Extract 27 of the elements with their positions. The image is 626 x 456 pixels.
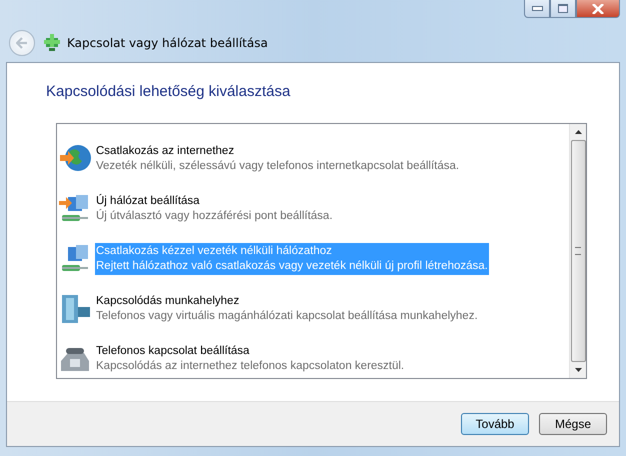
option-item[interactable]: Kapcsolódás munkahelyhez Telefonos vagy virtuális magánhálózati kapcsolat beállítása munkahelyhez. [57,284,569,334]
option-item[interactable]: Telefonos kapcsolat beállítása Kapcsolódás az internethez telefonos kapcsolaton keresztül. [57,334,569,384]
option-title: Csatlakozás az internethez [96,144,236,159]
scrollbar[interactable] [569,124,586,378]
option-description: Vezeték nélküli, szélessávú vagy telefonos internetkapcsolat beállítása. [96,159,460,174]
back-arrow-icon [16,37,28,49]
scroll-down-icon[interactable] [574,368,582,372]
window-title: Kapcsolat vagy hálózat beállítása [67,36,268,50]
close-button[interactable] [576,0,620,18]
cancel-button[interactable]: Mégse [539,413,607,435]
option-title: Új hálózat beállítása [96,194,201,209]
option-title: Telefonos kapcsolat beállítása [96,344,250,359]
option-title: Csatlakozás kézzel vezeték nélküli hálózathoz [96,244,333,259]
option-description: Telefonos vagy virtuális magánhálózati kapcsolat beállítása munkahelyhez. [96,309,478,324]
scrollbar-thumb[interactable] [570,140,586,362]
option-description: Rejtett hálózathoz való csatlakozás vagy vezeték nélküli új profil létrehozása. [96,259,488,274]
close-icon [592,4,604,14]
option-description: Új útválasztó vagy hozzáférési pont beállítása. [96,209,333,224]
option-description: Kapcsolódás az internethez telefonos kapcsolaton keresztül. [96,359,404,374]
next-button[interactable]: Tovább [461,413,529,435]
option-title: Kapcsolódás munkahelyhez [96,294,240,309]
page-heading: Kapcsolódási lehetőség kiválasztása [46,83,292,100]
maximize-button[interactable] [550,0,576,18]
option-item[interactable]: Új hálózat beállítása Új útválasztó vagy hozzáférési pont beállítása. [57,184,569,234]
option-item[interactable]: Csatlakozás az internethez Vezeték nélküli, szélessávú vagy telefonos internetkapcsolat beállítása. [57,134,569,184]
scroll-up-icon[interactable] [574,130,582,134]
minimize-button[interactable] [524,0,550,18]
